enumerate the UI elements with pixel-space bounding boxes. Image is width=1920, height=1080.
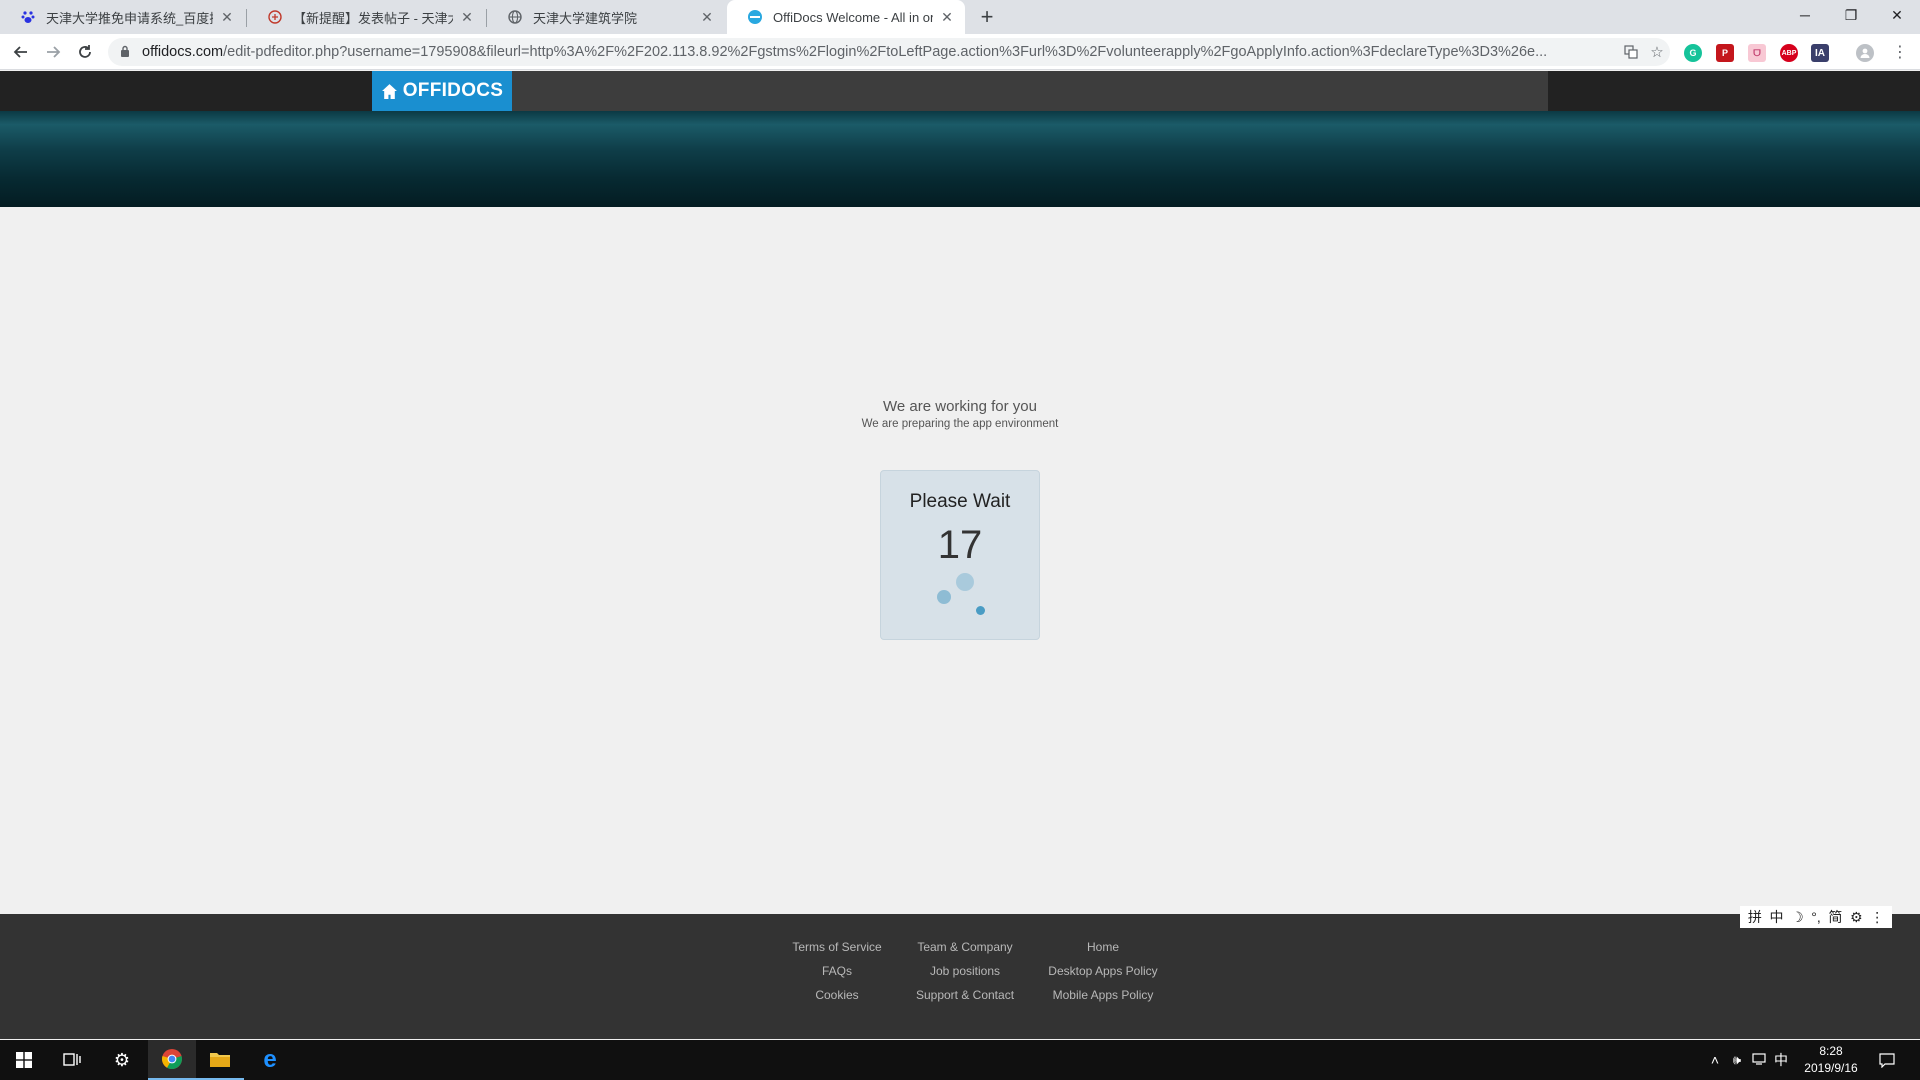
footer-link-jobs[interactable]: Job positions: [885, 964, 1045, 978]
forward-arrow-icon: [47, 46, 61, 58]
tab-title: 天津大学推免申请系统_百度搜索: [46, 10, 213, 26]
browser-toolbar: offidocs.com/edit-pdfeditor.php?username…: [0, 34, 1920, 70]
edge-browser-icon[interactable]: e: [246, 1040, 294, 1080]
ime-simplified-toggle[interactable]: 简: [1828, 907, 1842, 927]
browser-menu-icon[interactable]: ⋮: [1888, 40, 1912, 64]
close-window-button[interactable]: ✕: [1874, 0, 1920, 30]
ime-more-icon[interactable]: ⋮: [1870, 909, 1884, 926]
tab-title: 【新提醒】发表帖子 - 天津大学: [293, 10, 453, 26]
grammarly-icon[interactable]: G: [1684, 44, 1702, 62]
globe-icon: [507, 9, 523, 25]
ia-extension-icon[interactable]: IA: [1811, 44, 1829, 62]
footer-link-mobile-policy[interactable]: Mobile Apps Policy: [1023, 988, 1183, 1002]
tab-close-icon[interactable]: ✕: [459, 9, 475, 25]
pdf-extension-icon[interactable]: P: [1716, 44, 1734, 62]
hero-banner: [0, 111, 1920, 207]
tab-close-icon[interactable]: ✕: [939, 9, 955, 25]
footer-link-team[interactable]: Team & Company: [885, 940, 1045, 954]
windows-taskbar: ⚙ e ˄ 🕪 中 8:28 2019/9/16: [0, 1040, 1920, 1080]
back-button[interactable]: [9, 40, 33, 64]
input-language-indicator[interactable]: 中: [1770, 1050, 1792, 1070]
please-wait-title: Please Wait: [909, 491, 1011, 512]
clock-time: 8:28: [1819, 1044, 1843, 1058]
tab-close-icon[interactable]: ✕: [699, 9, 715, 25]
tab-baidu-search[interactable]: 天津大学推免申请系统_百度搜索 ✕: [0, 0, 245, 34]
clock-date: 2019/9/16: [1804, 1061, 1858, 1075]
forum-icon: [267, 9, 283, 25]
reload-icon: [79, 45, 91, 58]
taskbar-clock[interactable]: 8:28 2019/9/16: [1796, 1043, 1866, 1077]
ime-settings-icon[interactable]: ⚙: [1850, 909, 1863, 926]
volume-icon[interactable]: 🕪: [1726, 1052, 1748, 1068]
tab-forum-post[interactable]: 【新提醒】发表帖子 - 天津大学 ✕: [247, 0, 485, 34]
minimize-button[interactable]: ─: [1782, 0, 1828, 30]
back-arrow-icon: [13, 46, 27, 58]
new-tab-button[interactable]: +: [975, 4, 999, 29]
bilibili-extension-icon[interactable]: ᗜ: [1748, 44, 1766, 62]
system-tray: ˄ 🕪 中: [1704, 1040, 1792, 1080]
ime-punctuation-icon[interactable]: °,: [1811, 909, 1821, 925]
site-navbar-inner: OFFIDOCS: [372, 71, 1548, 111]
ime-chinese-toggle[interactable]: 中: [1769, 907, 1783, 927]
forward-button[interactable]: [41, 40, 65, 64]
offidocs-logo[interactable]: OFFIDOCS: [372, 71, 512, 111]
url-text: offidocs.com/edit-pdfeditor.php?username…: [142, 44, 1618, 60]
adblock-plus-icon[interactable]: ABP: [1780, 44, 1798, 62]
profile-avatar-icon[interactable]: [1856, 44, 1874, 62]
url-domain: offidocs.com: [142, 44, 224, 60]
loading-headline: We are working for you: [883, 398, 1037, 415]
tab-close-icon[interactable]: ✕: [219, 9, 235, 25]
lock-icon: [120, 45, 134, 60]
offidocs-icon: [747, 9, 763, 25]
baidu-paw-icon: [20, 9, 36, 25]
please-wait-box: Please Wait 17: [880, 470, 1040, 640]
settings-gear-icon[interactable]: ⚙: [98, 1040, 146, 1080]
bookmark-star-icon[interactable]: ☆: [1644, 40, 1670, 64]
tab-offidocs[interactable]: OffiDocs Welcome - All in one ✕: [727, 0, 965, 34]
site-footer: Terms of Service FAQs Cookies Team & Com…: [0, 914, 1920, 1039]
footer-link-support[interactable]: Support & Contact: [885, 988, 1045, 1002]
chrome-taskbar-icon[interactable]: [148, 1040, 196, 1080]
footer-link-desktop-policy[interactable]: Desktop Apps Policy: [1023, 964, 1183, 978]
ime-halfwidth-icon[interactable]: ☽: [1791, 909, 1804, 926]
tab-title: 天津大学建筑学院: [533, 10, 638, 26]
loading-subline: We are preparing the app environment: [861, 418, 1059, 430]
translate-icon[interactable]: [1618, 40, 1644, 64]
browser-tab-strip: 天津大学推免申请系统_百度搜索 ✕ 【新提醒】发表帖子 - 天津大学 ✕ 天津大…: [0, 0, 1920, 34]
ime-pinyin-icon[interactable]: 拼: [1748, 907, 1762, 927]
footer-link-home[interactable]: Home: [1023, 940, 1183, 954]
ime-toolbar: 拼 中 ☽ °, 简 ⚙ ⋮: [1740, 906, 1892, 928]
logo-text: OFFIDOCS: [402, 80, 504, 101]
main-content: We are working for you We are preparing …: [0, 207, 1920, 914]
tab-architecture-school[interactable]: 天津大学建筑学院 ✕: [487, 0, 725, 34]
site-navbar: OFFIDOCS: [0, 71, 1920, 111]
windows-start-icon[interactable]: [0, 1040, 48, 1080]
home-icon: [381, 83, 397, 99]
countdown-number: 17: [937, 523, 983, 567]
url-path: /edit-pdfeditor.php?username=1795908&fil…: [223, 44, 1548, 60]
tab-title: OffiDocs Welcome - All in one: [773, 9, 933, 25]
task-view-icon[interactable]: [48, 1040, 96, 1080]
file-explorer-icon[interactable]: [196, 1040, 244, 1080]
network-icon[interactable]: [1748, 1052, 1770, 1068]
restore-button[interactable]: ❐: [1828, 0, 1874, 30]
tray-chevron-up-icon[interactable]: ˄: [1704, 1052, 1726, 1068]
action-center-icon[interactable]: [1862, 1040, 1912, 1080]
reload-button[interactable]: [73, 40, 97, 64]
address-bar[interactable]: offidocs.com/edit-pdfeditor.php?username…: [108, 38, 1670, 66]
